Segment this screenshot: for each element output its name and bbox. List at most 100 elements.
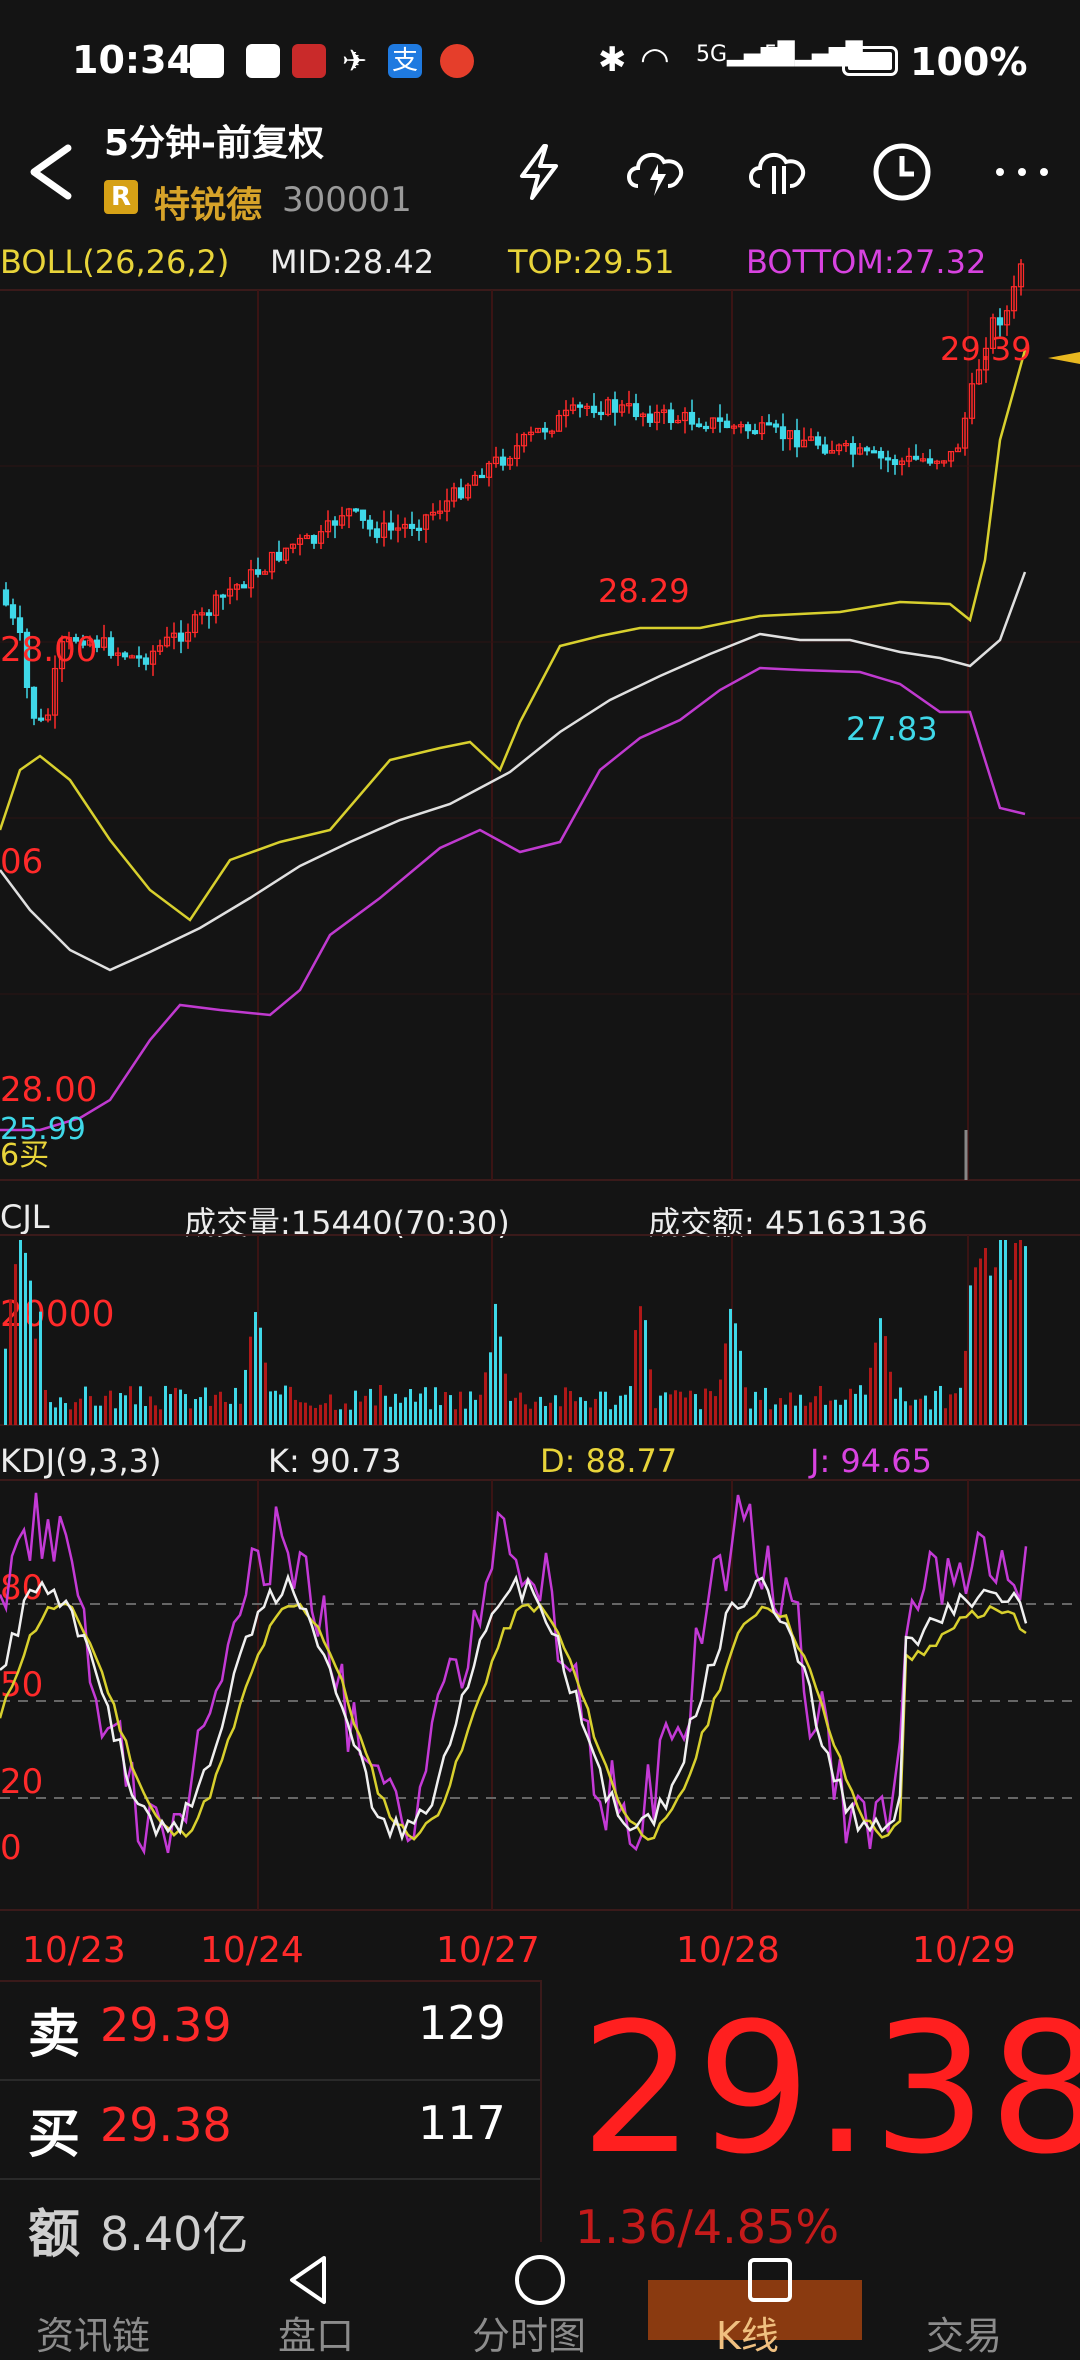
- volume-bar: [774, 1404, 777, 1425]
- volume-bar: [349, 1409, 352, 1425]
- volume-bar: [999, 1240, 1002, 1425]
- tab-kline[interactable]: K线: [716, 2305, 779, 2360]
- cjl-label[interactable]: CJL: [0, 1198, 50, 1236]
- battery-percent: 100%: [910, 40, 1028, 84]
- volume-bar: [344, 1403, 347, 1425]
- tab-news[interactable]: 资讯链: [36, 2305, 150, 2360]
- back-button[interactable]: [22, 140, 82, 204]
- volume-bar: [34, 1338, 37, 1425]
- lightning-button[interactable]: [508, 140, 572, 204]
- volume-bar: [949, 1394, 952, 1425]
- status-time: 10:34: [72, 38, 193, 82]
- volume-bar: [204, 1387, 207, 1425]
- volume-bar: [609, 1409, 612, 1425]
- nav-back-icon: [290, 2256, 326, 2304]
- volume-bar: [654, 1408, 657, 1425]
- candle-body: [457, 487, 465, 499]
- volume-bar: [684, 1397, 687, 1425]
- volume-bar: [44, 1389, 47, 1425]
- volume-bar: [209, 1405, 212, 1425]
- tab-orderbook[interactable]: 盘口: [278, 2305, 354, 2360]
- volume-bar: [49, 1402, 52, 1425]
- boll-mid-line: [0, 571, 1027, 972]
- volume-bar: [259, 1327, 262, 1425]
- kdj-label[interactable]: KDJ(9,3,3): [0, 1442, 161, 1480]
- bluetooth-icon: ✱: [598, 40, 627, 80]
- volume-bar: [109, 1390, 112, 1425]
- volume-bar: [799, 1394, 802, 1425]
- volume-bar: [934, 1390, 937, 1425]
- volume-chart[interactable]: [0, 1234, 1080, 1426]
- tab-intraday[interactable]: 分时图: [472, 2305, 586, 2360]
- candle-body: [30, 686, 38, 719]
- volume-bar: [779, 1398, 782, 1425]
- volume-bar: [119, 1393, 122, 1425]
- volume-bar: [24, 1252, 27, 1425]
- volume-bar: [529, 1408, 532, 1425]
- volume-bar: [714, 1396, 717, 1425]
- volume-bar: [64, 1403, 67, 1425]
- volume-bar: [409, 1389, 412, 1425]
- annotation-low-mid: 27.83: [846, 710, 938, 748]
- volume-bar: [589, 1407, 592, 1425]
- candle-body: [765, 422, 773, 426]
- volume-bar: [644, 1320, 647, 1425]
- candle-body: [408, 523, 416, 529]
- volume-bar: [904, 1401, 907, 1425]
- candle-body: [632, 403, 640, 418]
- volume-bar: [639, 1306, 642, 1425]
- volume-bar: [889, 1371, 892, 1425]
- wifi-icon: ◠: [640, 40, 670, 80]
- buy-volume: 117: [418, 2096, 506, 2150]
- nav-recents-icon: [748, 2258, 792, 2302]
- volume-bar: [134, 1404, 137, 1425]
- volume-bar: [429, 1409, 432, 1425]
- volume-bar: [629, 1386, 632, 1425]
- volume-bar: [214, 1394, 217, 1425]
- volume-bar: [979, 1258, 982, 1425]
- nav-home-button[interactable]: [510, 2250, 570, 2310]
- volume-bar: [824, 1404, 827, 1425]
- clock-button[interactable]: [870, 140, 934, 204]
- volume-bar: [279, 1394, 282, 1425]
- volume-bar: [659, 1395, 662, 1425]
- volume-bar: [869, 1367, 872, 1425]
- volume-bar: [304, 1402, 307, 1425]
- nav-back-button[interactable]: [280, 2250, 340, 2310]
- volume-bar: [974, 1267, 977, 1425]
- candle-body: [366, 519, 374, 530]
- cloud-upload-button[interactable]: [622, 140, 686, 204]
- volume-bar: [229, 1403, 232, 1425]
- volume-bar: [594, 1398, 597, 1425]
- volume-bar: [184, 1394, 187, 1425]
- volume-bar: [839, 1404, 842, 1425]
- boll-label[interactable]: BOLL(26,26,2): [0, 243, 229, 281]
- volume-bar: [494, 1303, 497, 1425]
- more-button[interactable]: [990, 140, 1054, 204]
- volume-bar: [499, 1336, 502, 1425]
- kdj-chart[interactable]: [0, 1479, 1080, 1911]
- volume-bar: [919, 1398, 922, 1425]
- volume-bar: [534, 1401, 537, 1425]
- candle-body: [870, 450, 878, 454]
- volume-bar: [459, 1391, 462, 1425]
- volume-bar: [189, 1408, 192, 1425]
- volume-bar: [959, 1387, 962, 1425]
- stock-name[interactable]: 特锐德: [154, 176, 262, 228]
- candle-body: [275, 551, 283, 561]
- volume-bar: [294, 1399, 297, 1425]
- volume-bar: [199, 1397, 202, 1425]
- back-icon: [30, 144, 72, 200]
- tab-trade[interactable]: 交易: [926, 2305, 1002, 2360]
- volume-bar: [4, 1348, 7, 1425]
- volume-bar: [614, 1404, 617, 1425]
- cloud-download-button[interactable]: [744, 140, 808, 204]
- volume-bar: [1019, 1240, 1022, 1425]
- volume-bar: [764, 1387, 767, 1425]
- volume-bar: [159, 1409, 162, 1425]
- candle-body: [352, 508, 360, 512]
- kdj-k-value: K: 90.73: [268, 1442, 402, 1480]
- nav-recents-button[interactable]: [740, 2250, 800, 2310]
- volume-bar: [719, 1379, 722, 1425]
- volume-bar: [789, 1392, 792, 1425]
